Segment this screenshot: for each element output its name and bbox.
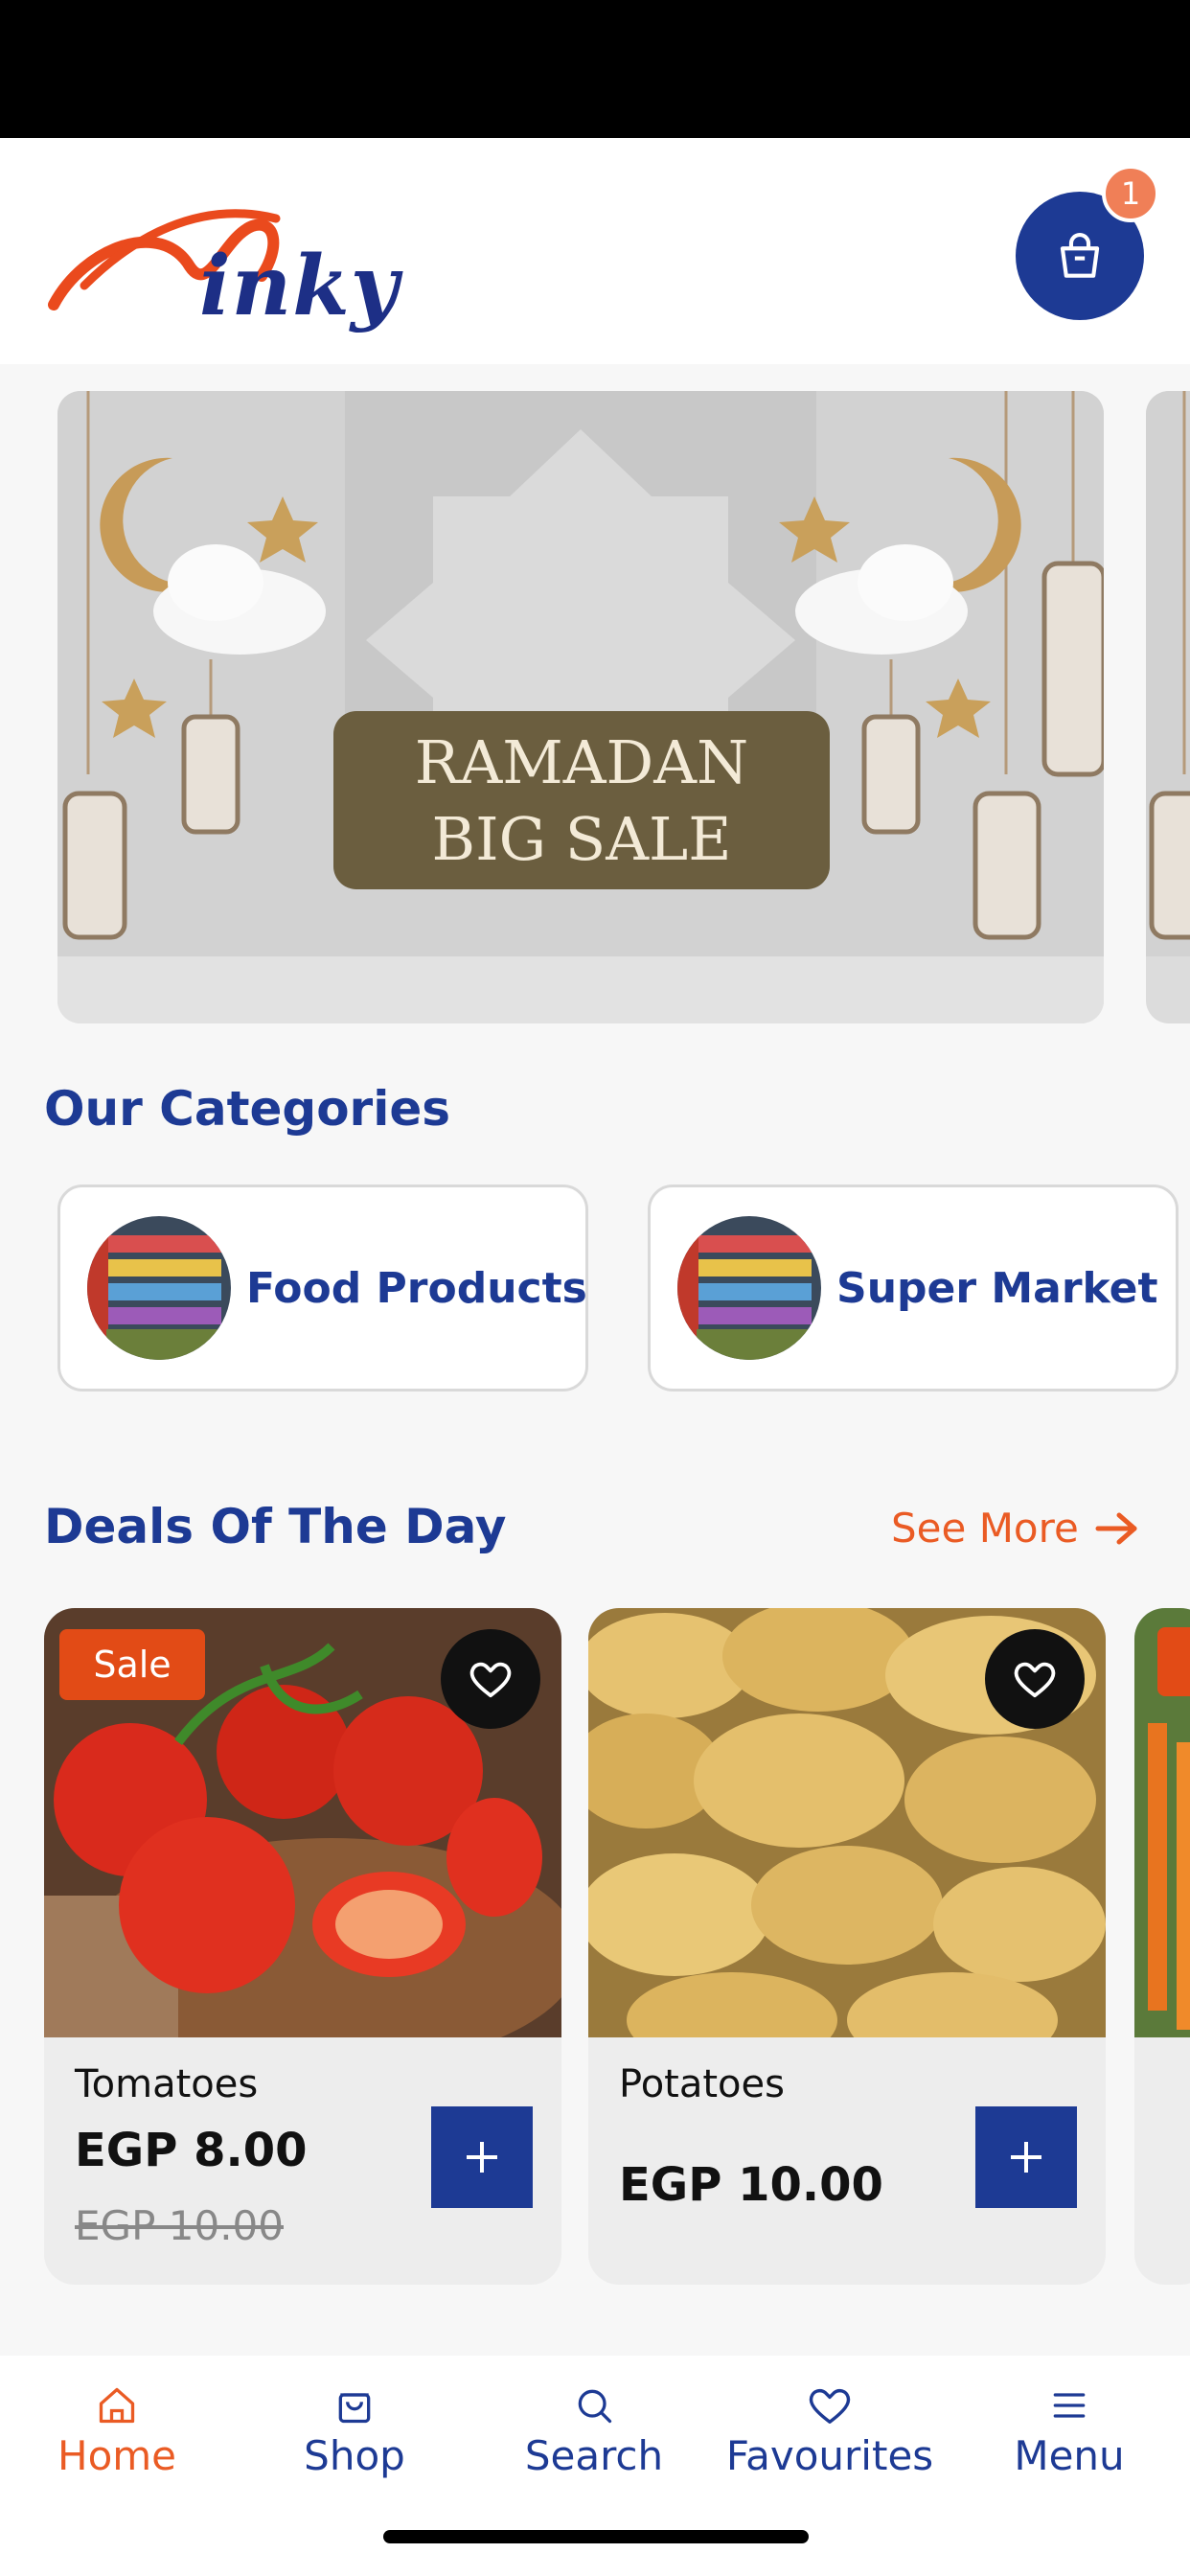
category-image (677, 1216, 821, 1360)
cart-count-badge: 1 (1102, 165, 1159, 222)
favourite-button[interactable] (985, 1629, 1085, 1729)
ramadan-decoration-image (57, 391, 1104, 1024)
home-icon (99, 2387, 135, 2424)
nav-item-home[interactable]: Home (11, 2384, 222, 2479)
nav-label: Favourites (725, 2432, 934, 2479)
banner-title-line2: BIG SALE (431, 804, 732, 874)
categories-title: Our Categories (44, 1081, 451, 1137)
deal-card-next-preview[interactable] (1134, 1608, 1190, 2285)
nav-label: Menu (1014, 2432, 1125, 2479)
category-card-super-market[interactable]: Super Market (648, 1184, 1179, 1392)
heart-icon (469, 1662, 512, 1698)
deals-title: Deals Of The Day (44, 1499, 507, 1554)
see-more-link[interactable]: See More (891, 1505, 1140, 1552)
deal-card-potatoes[interactable]: Potatoes EGP 10.00 (588, 1608, 1106, 2285)
menu-icon (1053, 2393, 1086, 2418)
deal-card-tomatoes[interactable]: Sale Tomatoes EGP 8.00 EGP 10.00 (44, 1608, 561, 2285)
category-card-food-products[interactable]: Food Products (57, 1184, 588, 1392)
product-old-price: EGP 10.00 (75, 2202, 284, 2249)
banner-title: RAMADAN BIG SALE (333, 711, 830, 889)
product-name: Tomatoes (75, 2062, 259, 2106)
promo-banner[interactable]: RAMADAN BIG SALE (57, 391, 1104, 1024)
brand-logo[interactable]: inky (46, 180, 458, 343)
next-banner-preview[interactable] (1146, 391, 1190, 1024)
add-to-cart-button[interactable] (975, 2106, 1077, 2208)
arrow-right-icon (1095, 1512, 1137, 1544)
nav-item-favourites[interactable]: Favourites (724, 2384, 935, 2479)
heart-icon (1014, 1662, 1056, 1698)
banner-preview-image (1146, 391, 1190, 956)
brand-name: inky (199, 238, 400, 334)
status-bar (0, 0, 1190, 138)
heart-icon (809, 2388, 851, 2424)
app-header: inky 1 (0, 138, 1190, 364)
plus-icon (1011, 2142, 1041, 2173)
product-name: Potatoes (619, 2062, 785, 2106)
nav-item-search[interactable]: Search (489, 2384, 699, 2479)
nav-label: Home (57, 2432, 177, 2479)
shopping-bag-icon (338, 2393, 371, 2424)
product-price: EGP 8.00 (75, 2124, 308, 2177)
favourite-button[interactable] (441, 1629, 540, 1729)
category-image (87, 1216, 231, 1360)
nav-label: Shop (304, 2432, 405, 2479)
shopping-bag-icon (1060, 232, 1100, 278)
sale-badge: Sale (59, 1629, 205, 1700)
add-to-cart-button[interactable] (431, 2106, 533, 2208)
category-label: Super Market (836, 1263, 1158, 1313)
category-label: Food Products (246, 1263, 587, 1313)
product-price: EGP 10.00 (619, 2158, 883, 2212)
banner-title-line1: RAMADAN (414, 727, 749, 797)
product-image (1134, 1608, 1190, 2037)
home-indicator[interactable] (383, 2530, 809, 2543)
plus-icon (467, 2142, 497, 2173)
see-more-label: See More (891, 1505, 1079, 1552)
nav-item-menu[interactable]: Menu (964, 2384, 1175, 2479)
nav-item-shop[interactable]: Shop (249, 2384, 460, 2479)
nav-label: Search (524, 2432, 664, 2479)
search-icon (578, 2389, 612, 2424)
